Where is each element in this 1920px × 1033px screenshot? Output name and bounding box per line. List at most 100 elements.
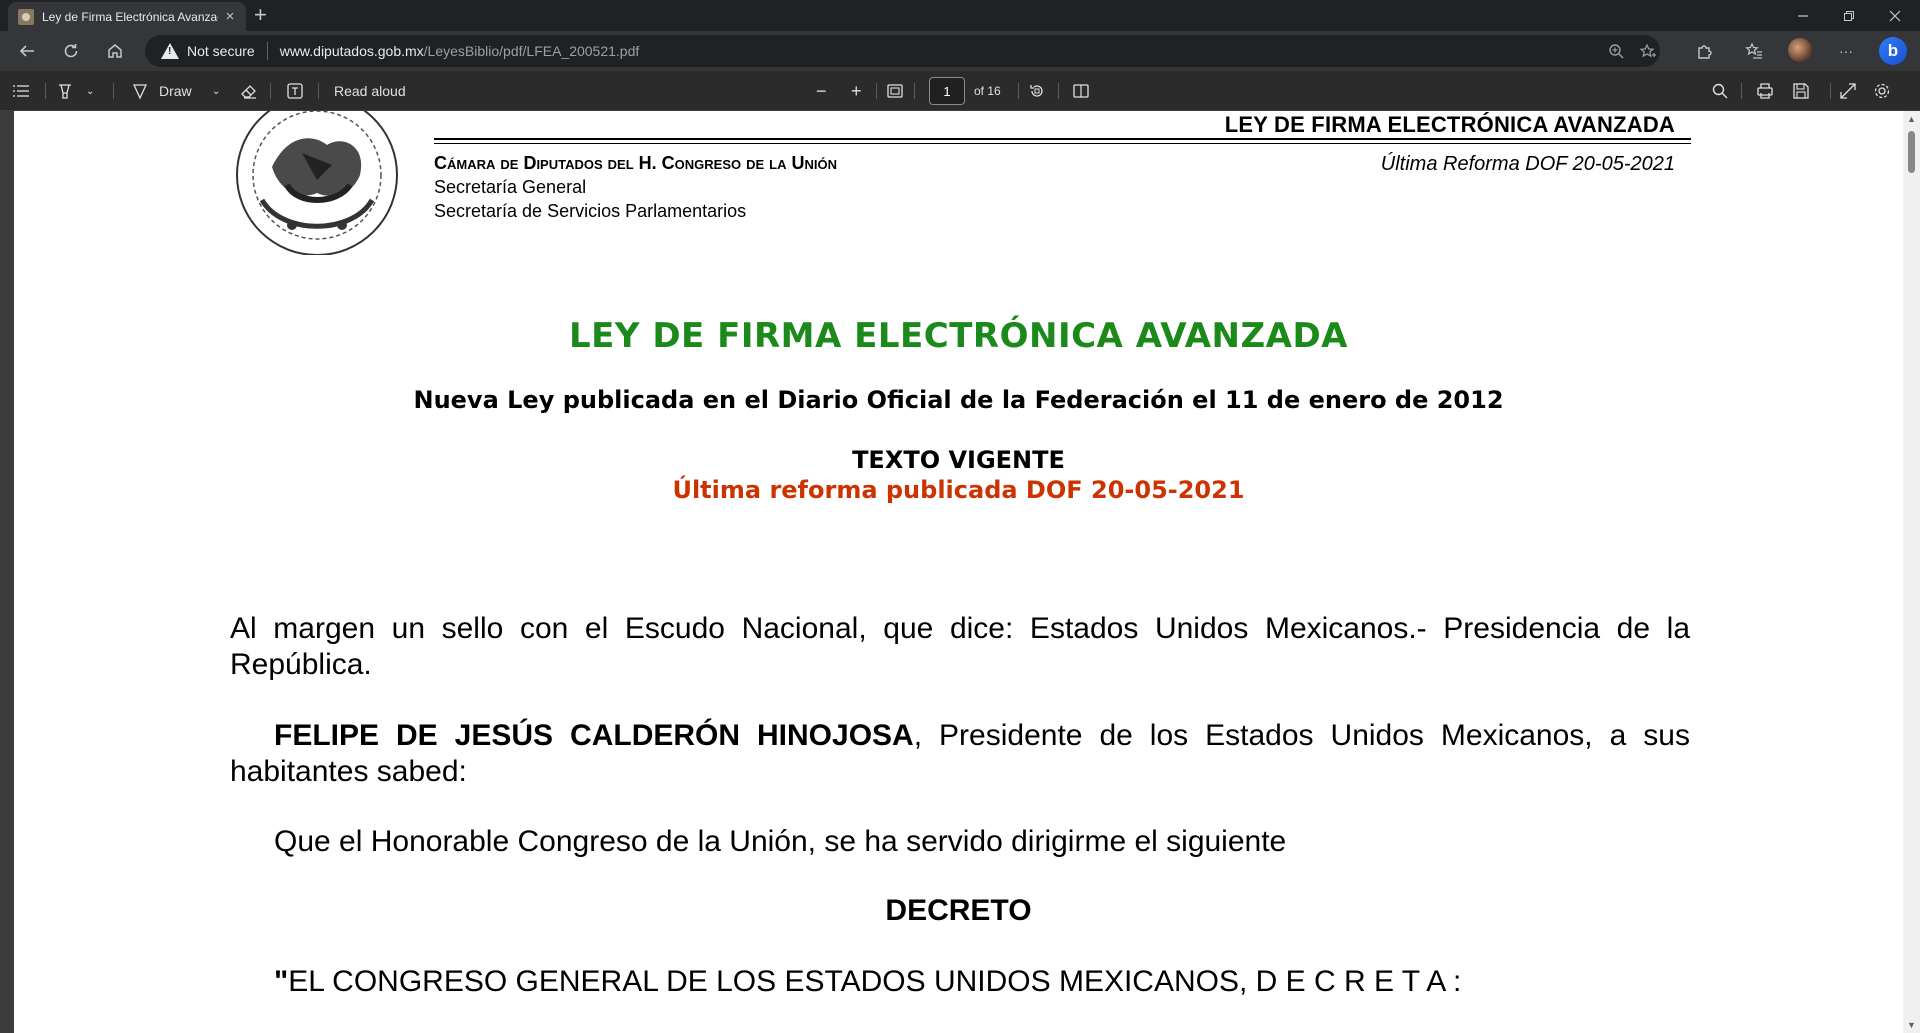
scroll-thumb[interactable] (1908, 131, 1915, 173)
zoom-out-button[interactable]: − (816, 81, 827, 101)
toolbar-divider (1058, 83, 1059, 99)
toolbar-divider (270, 83, 271, 99)
eraser-icon (241, 85, 256, 99)
president-paragraph: FELIPE DE JESÚS CALDERÓN HINOJOSA, Presi… (230, 718, 1690, 790)
scroll-down-icon[interactable]: ▼ (1907, 1020, 1916, 1030)
favorites-button[interactable] (1742, 39, 1766, 63)
address-bar[interactable]: Not secure www.diputados.gob.mx/LeyesBib… (145, 35, 1660, 67)
puzzle-icon (1698, 45, 1712, 59)
header-rule (434, 138, 1691, 140)
browser-tab[interactable]: Ley de Firma Electrónica Avanzada × (8, 2, 246, 31)
restore-button[interactable] (1826, 0, 1872, 31)
home-icon (108, 44, 122, 58)
warning-icon[interactable] (161, 43, 179, 59)
contents-button[interactable] (13, 81, 29, 101)
toolbar-divider (318, 83, 319, 99)
header-last-reform: Última Reforma DOF 20-05-2021 (1380, 153, 1675, 175)
chamber-name: Cámara de Diputados del H. Congreso de l… (434, 153, 837, 173)
secretaria-servicios: Secretaría de Servicios Parlamentarios (434, 201, 747, 221)
security-status[interactable]: Not secure (187, 43, 255, 59)
congress-paragraph: Que el Honorable Congreso de la Unión, s… (274, 825, 1287, 858)
zoom-in-button[interactable]: + (851, 81, 862, 101)
tab-title: Ley de Firma Electrónica Avanzada (42, 9, 218, 24)
text-box-icon (287, 83, 303, 99)
pdf-toolbar: ⌄ Draw ⌄ Read aloud − + 1 of 16 (0, 71, 1920, 111)
profile-avatar[interactable] (1788, 38, 1812, 62)
draw-icon (132, 84, 148, 100)
opening-quote: " (274, 965, 289, 998)
page-number-input[interactable]: 1 (929, 77, 965, 105)
more-menu-button[interactable]: ··· (1834, 39, 1858, 63)
document-header-title: LEY DE FIRMA ELECTRÓNICA AVANZADA (1224, 112, 1675, 137)
print-icon (1757, 83, 1773, 99)
expand-icon (1840, 83, 1856, 99)
vertical-scrollbar[interactable]: ▲ ▼ (1903, 111, 1920, 1033)
new-tab-button[interactable]: + (254, 4, 267, 26)
restore-icon (1844, 10, 1854, 21)
toolbar-divider (1830, 83, 1831, 99)
rotate-button[interactable] (1028, 81, 1046, 101)
url-host[interactable]: www.diputados.gob.mx (280, 43, 424, 59)
back-button[interactable] (15, 39, 39, 63)
refresh-button[interactable] (59, 39, 83, 63)
last-reform-note: Última reforma publicada DOF 20-05-2021 (672, 476, 1245, 504)
toolbar-divider (45, 83, 46, 99)
publication-note: Nueva Ley publicada en el Diario Oficial… (413, 386, 1504, 414)
full-screen-button[interactable] (1839, 81, 1857, 101)
toolbar-divider (1018, 83, 1019, 99)
search-icon (1712, 83, 1728, 99)
save-icon (1793, 83, 1809, 99)
erase-button[interactable] (240, 81, 258, 101)
highlighter-icon (59, 84, 71, 99)
tab-strip: Ley de Firma Electrónica Avanzada × + (0, 0, 1920, 31)
page-view-icon (1073, 84, 1089, 98)
print-button[interactable] (1756, 81, 1774, 101)
url-path[interactable]: /LeyesBiblio/pdf/LFEA_200521.pdf (424, 43, 640, 59)
favorites-icon (1745, 42, 1762, 59)
scroll-up-icon[interactable]: ▲ (1907, 114, 1916, 124)
home-button[interactable] (103, 39, 127, 63)
navigation-bar: Not secure www.diputados.gob.mx/LeyesBib… (0, 31, 1920, 71)
president-name: FELIPE DE JESÚS CALDERÓN HINOJOSA (274, 719, 914, 752)
draw-button[interactable]: Draw (131, 81, 192, 101)
extensions-button[interactable] (1692, 39, 1716, 63)
current-text-label: TEXTO VIGENTE (852, 446, 1065, 474)
pdf-viewer[interactable]: LEY DE FIRMA ELECTRÓNICA AVANZADA Cámara… (0, 111, 1920, 1033)
zoom-icon[interactable] (1607, 43, 1625, 61)
page-view-button[interactable] (1072, 81, 1090, 101)
coat-of-arms-seal-icon (236, 111, 398, 255)
site-favicon-icon (18, 8, 34, 25)
gear-icon (1874, 83, 1890, 99)
find-button[interactable] (1711, 81, 1729, 101)
highlight-button[interactable] (56, 81, 74, 101)
toolbar-divider (113, 83, 114, 99)
text-button[interactable] (286, 81, 304, 101)
highlight-options-chevron-icon[interactable]: ⌄ (86, 81, 94, 101)
add-favorite-icon[interactable] (1639, 43, 1657, 61)
header-rule (434, 143, 1691, 144)
save-button[interactable] (1792, 81, 1810, 101)
table-of-contents-icon (13, 85, 29, 97)
decree-opening-text: EL CONGRESO GENERAL DE LOS ESTADOS UNIDO… (288, 965, 1462, 998)
close-window-button[interactable] (1872, 0, 1918, 31)
draw-options-chevron-icon[interactable]: ⌄ (212, 81, 220, 101)
margin-seal-paragraph: Al margen un sello con el Escudo Naciona… (230, 612, 1690, 681)
decree-heading: DECRETO (885, 894, 1032, 927)
fit-page-button[interactable] (886, 81, 904, 101)
pdf-settings-button[interactable] (1873, 81, 1891, 101)
minimize-button[interactable] (1780, 0, 1826, 31)
close-icon (1889, 10, 1901, 21)
toolbar-divider (914, 83, 915, 99)
secretaria-general: Secretaría General (434, 177, 587, 197)
toolbar-divider (876, 83, 877, 99)
tab-close-icon[interactable]: × (222, 8, 238, 25)
minimize-icon (1798, 14, 1808, 17)
draw-label: Draw (159, 83, 192, 99)
pdf-page: LEY DE FIRMA ELECTRÓNICA AVANZADA Cámara… (14, 111, 1903, 1033)
rotate-icon (1030, 85, 1043, 97)
toolbar-divider (1741, 83, 1742, 99)
bing-copilot-icon[interactable]: b (1879, 37, 1907, 65)
document-title: LEY DE FIRMA ELECTRÓNICA AVANZADA (568, 316, 1348, 356)
read-aloud-button[interactable]: Read aloud (334, 81, 406, 101)
refresh-icon (64, 44, 78, 58)
